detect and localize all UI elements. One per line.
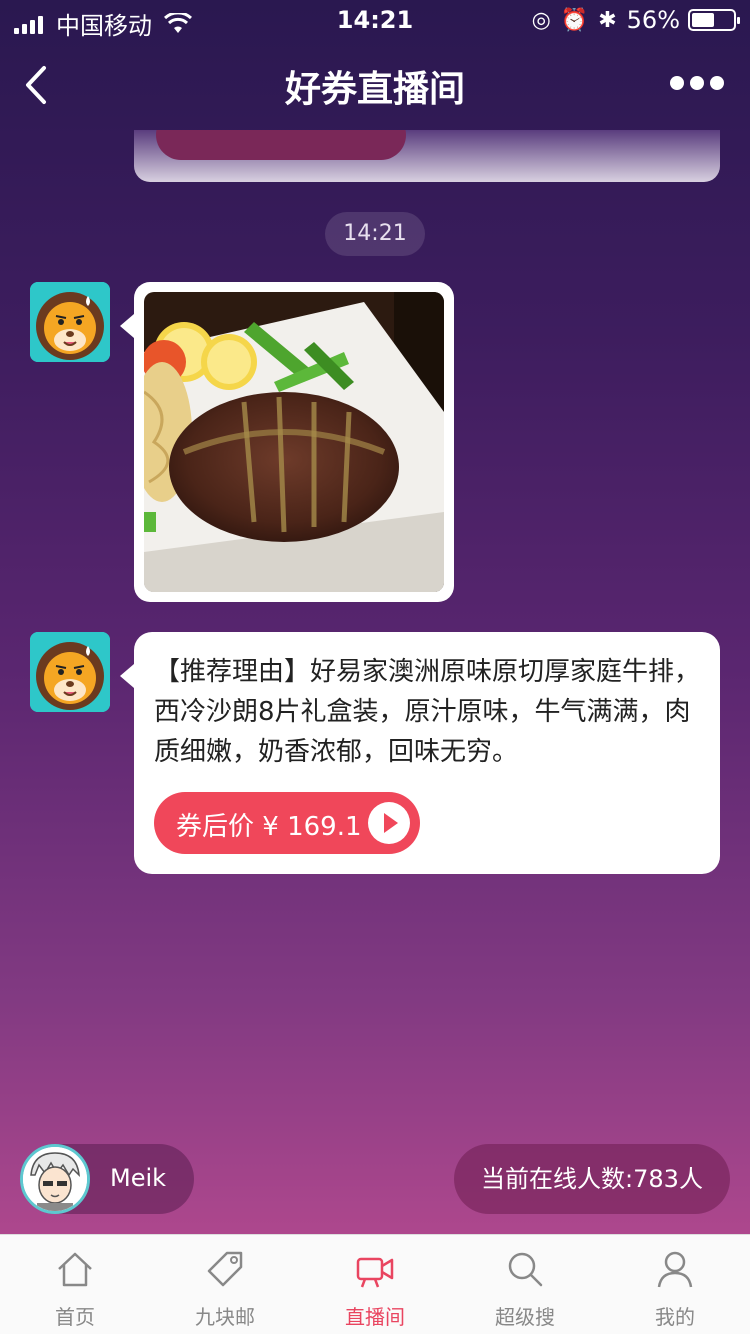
tab-home[interactable]: 首页	[0, 1235, 150, 1334]
more-button[interactable]	[664, 76, 724, 90]
current-user-pill[interactable]: Meik	[20, 1144, 194, 1214]
coupon-price-label: 券后价 ¥ 169.1	[176, 812, 362, 842]
host-avatar	[30, 282, 110, 362]
user-icon	[657, 1251, 693, 1288]
bluetooth-icon: ✱	[598, 7, 617, 33]
rotation-lock-icon: ◎	[531, 7, 551, 33]
host-avatar	[30, 632, 110, 712]
home-icon	[58, 1252, 92, 1287]
page-title: 好券直播间	[284, 69, 465, 110]
search-icon	[508, 1252, 543, 1287]
steak-photo	[144, 292, 444, 592]
lion-avatar-icon	[30, 282, 110, 362]
tab-live-room[interactable]: 直播间	[300, 1235, 450, 1334]
cartoon-user-avatar-icon	[23, 1147, 87, 1211]
bubble-tail	[120, 664, 134, 688]
tag-icon	[207, 1251, 243, 1287]
battery-icon	[688, 9, 740, 31]
more-dots-icon	[670, 76, 684, 90]
tab-label: 我的	[655, 1305, 695, 1329]
user-avatar	[20, 1144, 90, 1214]
battery-percent: 56%	[626, 6, 680, 34]
tab-label: 九块邮	[195, 1305, 255, 1329]
play-icon	[368, 802, 410, 844]
status-bar: 中国移动 14:21 ◎ ⏰ ✱ 56%	[0, 0, 750, 40]
tab-super-search[interactable]: 超级搜	[450, 1235, 600, 1334]
previous-message-card	[134, 130, 720, 182]
tab-label: 直播间	[345, 1305, 405, 1329]
chat-timestamp: 14:21	[325, 212, 425, 256]
alarm-icon: ⏰	[560, 7, 589, 33]
product-image-bubble[interactable]	[134, 282, 454, 602]
online-count-badge: 当前在线人数:783人	[454, 1144, 730, 1214]
tab-bar: 首页 九块邮 直播间 超级搜 我的	[0, 1234, 750, 1334]
coupon-price-button[interactable]: 券后价 ¥ 169.1	[154, 792, 420, 854]
tab-label: 首页	[55, 1305, 95, 1329]
recommendation-bubble: 【推荐理由】好易家澳洲原味原切厚家庭牛排，西冷沙朗8片礼盒装，原汁原味，牛气满满…	[134, 632, 720, 874]
nav-bar: 好券直播间	[0, 40, 750, 130]
bubble-tail	[120, 314, 134, 338]
recommendation-text: 【推荐理由】好易家澳洲原味原切厚家庭牛排，西冷沙朗8片礼盒装，原汁原味，牛气满满…	[154, 657, 701, 767]
tab-label: 超级搜	[495, 1305, 555, 1329]
video-camera-icon	[356, 1257, 394, 1288]
lion-avatar-icon	[30, 632, 110, 712]
user-name: Meik	[110, 1164, 167, 1192]
tab-mine[interactable]: 我的	[600, 1235, 750, 1334]
tab-nine-yuan[interactable]: 九块邮	[150, 1235, 300, 1334]
